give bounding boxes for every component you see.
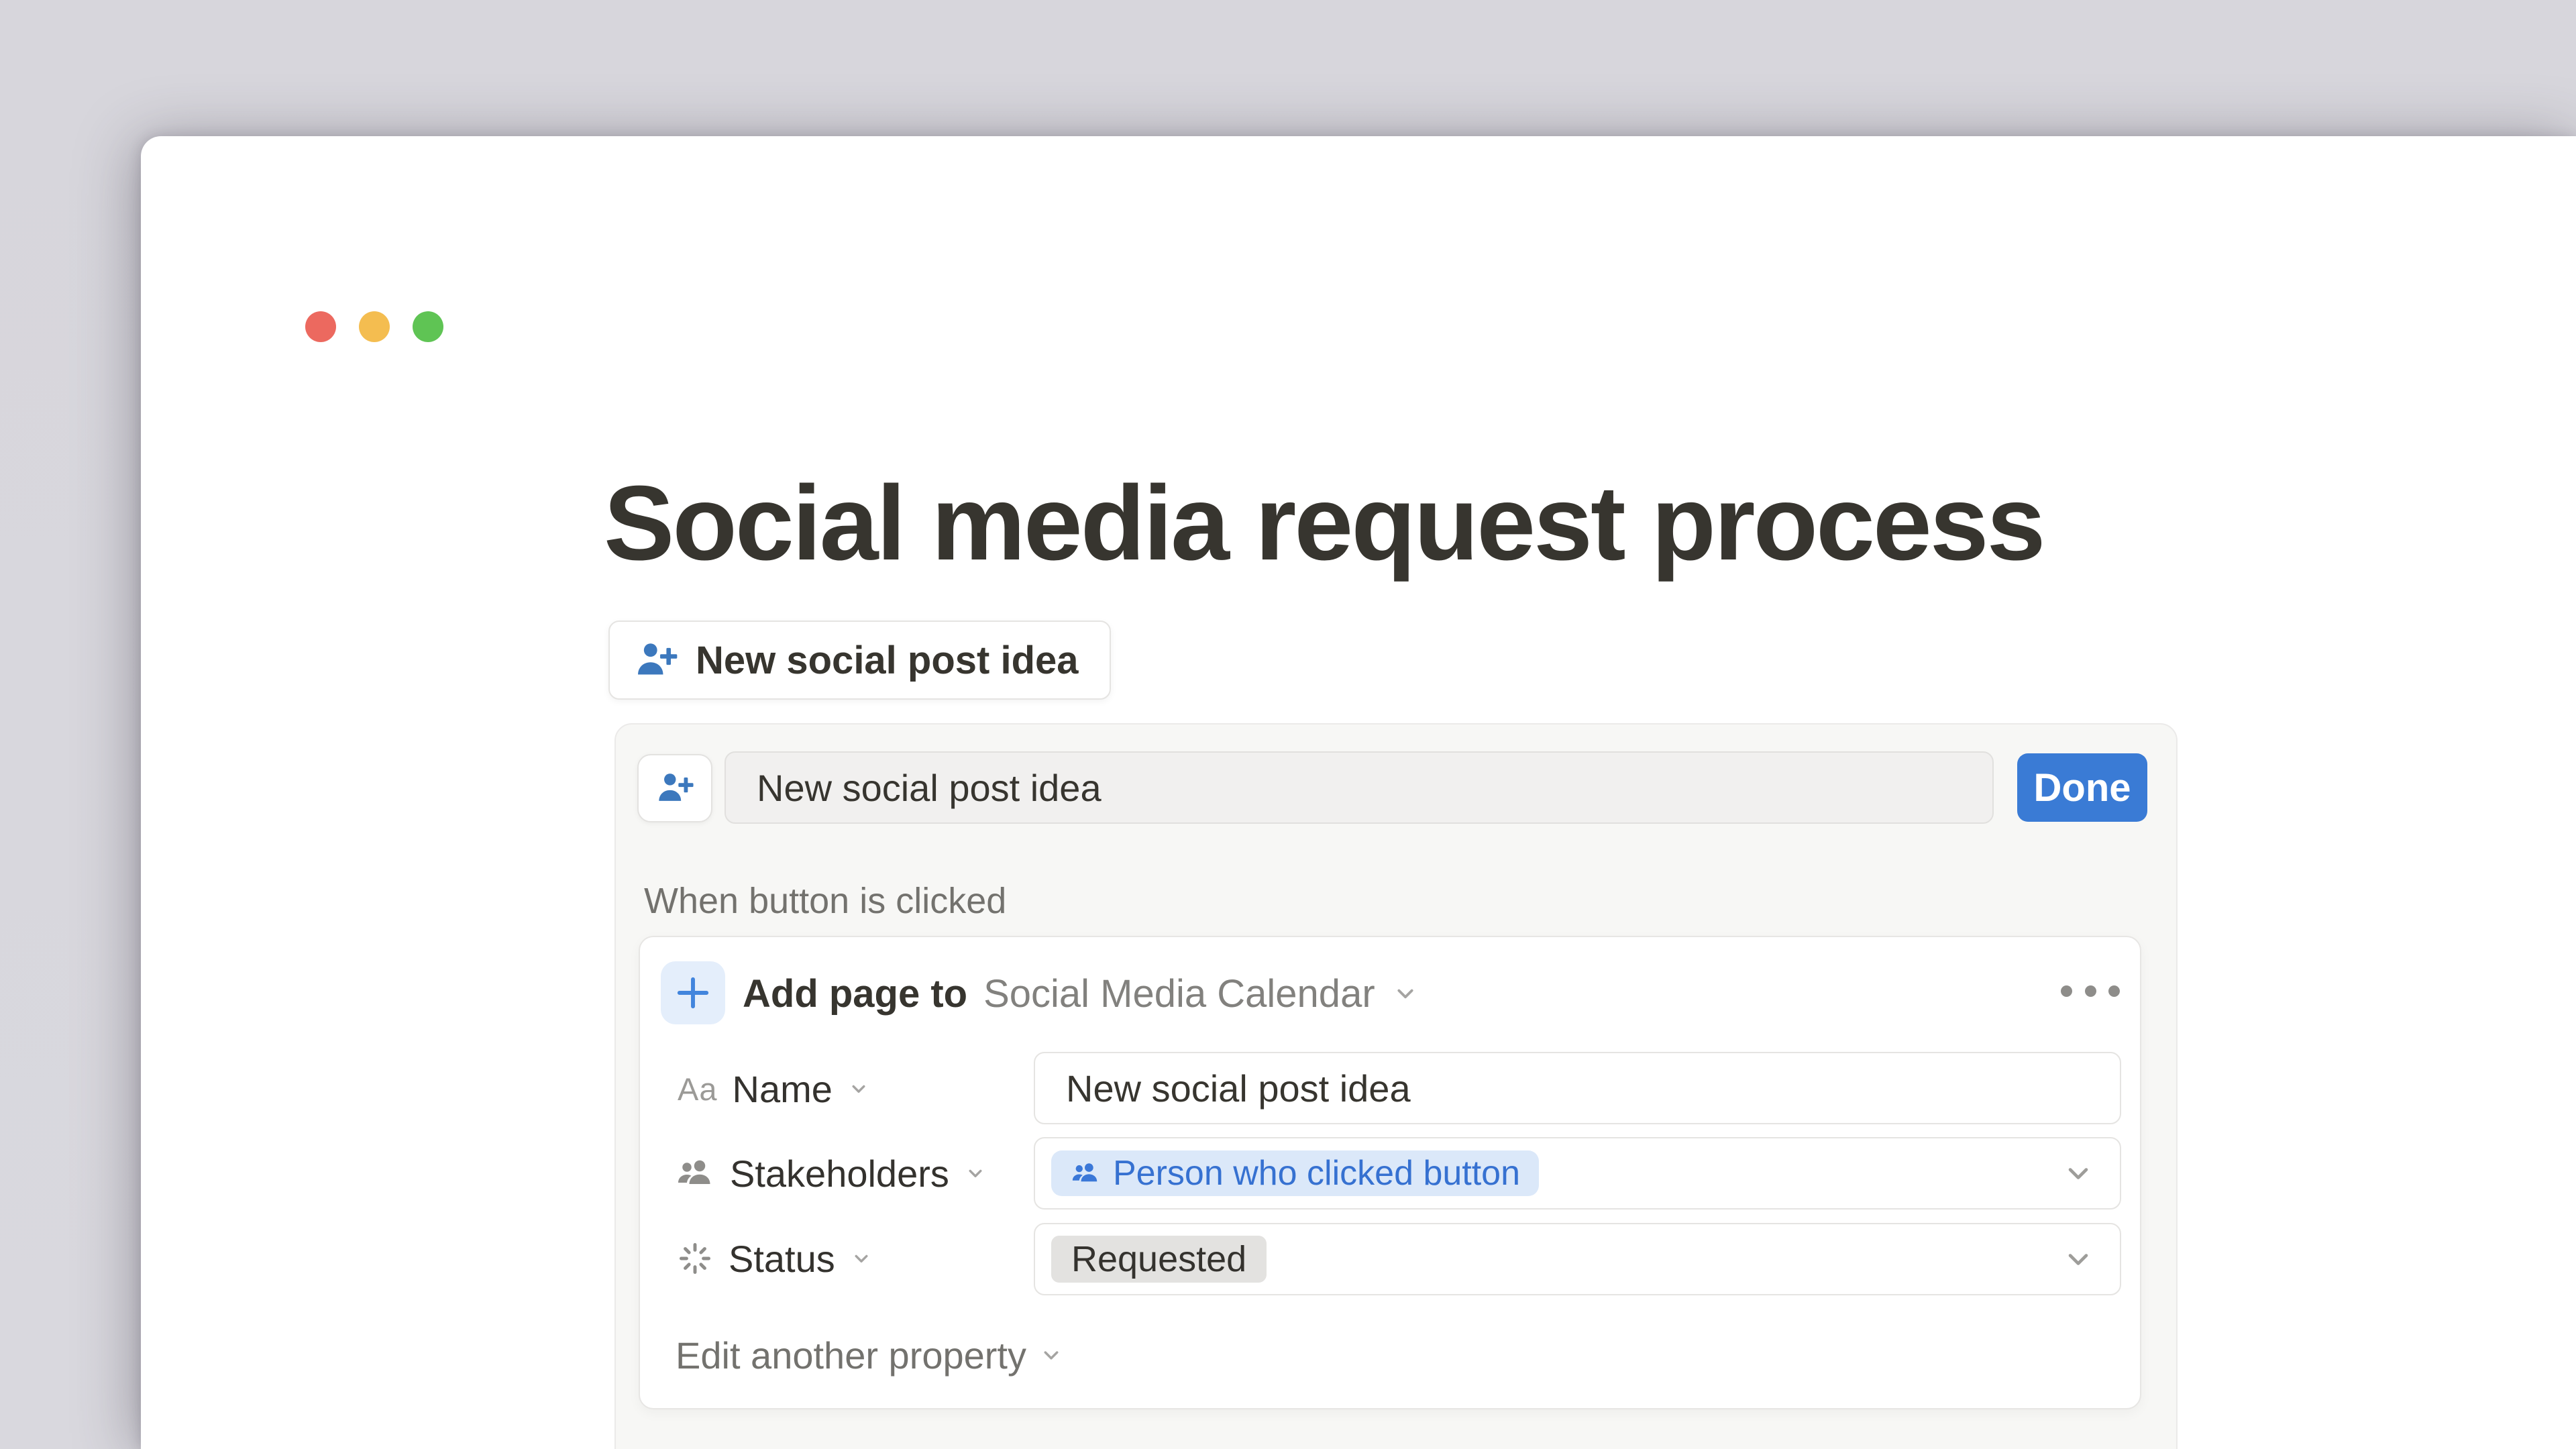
property-selector-status[interactable]: Status: [676, 1230, 873, 1287]
people-icon: [1070, 1158, 1101, 1189]
person-chip[interactable]: Person who clicked button: [1051, 1150, 1539, 1196]
status-value-field[interactable]: Requested: [1034, 1223, 2121, 1295]
property-selector-name[interactable]: Aa Name: [678, 1061, 870, 1117]
step-options-menu[interactable]: [2061, 983, 2120, 999]
app-window: Social media request process New social …: [141, 136, 2576, 1449]
window-minimize-button[interactable]: [359, 311, 390, 342]
text-property-icon: Aa: [678, 1071, 718, 1108]
window-close-button[interactable]: [305, 311, 336, 342]
person-add-icon: [634, 638, 678, 682]
chevron-down-icon[interactable]: [2061, 1242, 2096, 1277]
edit-another-property-button[interactable]: Edit another property: [676, 1328, 1064, 1383]
target-database-selector[interactable]: Social Media Calendar: [983, 971, 1375, 1016]
add-another-step-button[interactable]: Add another step: [656, 1439, 1002, 1449]
chevron-down-icon[interactable]: [2061, 1156, 2096, 1191]
window-zoom-button[interactable]: [413, 311, 443, 342]
people-icon: [675, 1153, 715, 1193]
social-post-button-block[interactable]: New social post idea: [608, 621, 1111, 700]
chevron-down-icon: [1038, 1342, 1064, 1368]
person-add-icon: [655, 769, 694, 808]
status-tag[interactable]: Requested: [1051, 1236, 1267, 1283]
step-card-header: Add page to Social Media Calendar: [743, 967, 1419, 1020]
chevron-down-icon[interactable]: [1391, 979, 1419, 1008]
button-name-input[interactable]: [724, 751, 1994, 824]
page-title: Social media request process: [604, 463, 2044, 585]
desktop: Social media request process New social …: [0, 0, 2576, 1449]
add-page-icon: [661, 961, 725, 1024]
property-selector-stakeholders[interactable]: Stakeholders: [675, 1145, 987, 1201]
stakeholders-value-field[interactable]: Person who clicked button: [1034, 1137, 2121, 1210]
button-block-label: New social post idea: [696, 638, 1079, 683]
chevron-down-icon: [850, 1247, 873, 1270]
action-label: Add page to: [743, 971, 967, 1016]
ellipsis-icon: [2061, 985, 2072, 997]
status-spinner-icon: [676, 1240, 714, 1277]
done-button[interactable]: Done: [2017, 753, 2147, 822]
trigger-caption: When button is clicked: [644, 879, 1006, 922]
chevron-down-icon: [964, 1162, 987, 1185]
chevron-down-icon: [847, 1077, 870, 1100]
button-icon-picker[interactable]: [637, 754, 712, 822]
name-value-input[interactable]: New social post idea: [1034, 1052, 2121, 1124]
